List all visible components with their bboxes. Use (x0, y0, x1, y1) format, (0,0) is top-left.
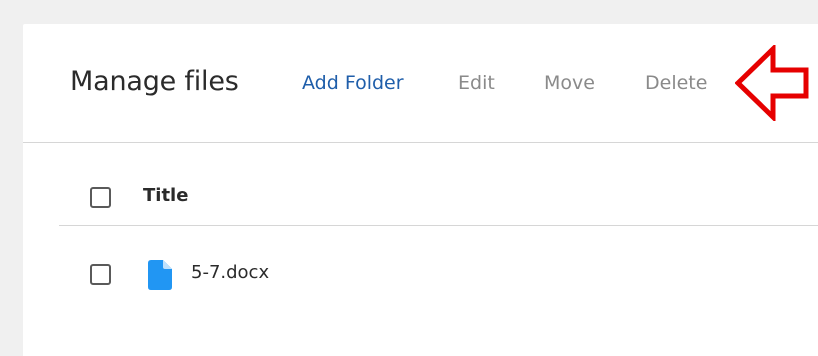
row-checkbox[interactable] (90, 264, 111, 285)
delete-button[interactable]: Delete (645, 72, 707, 94)
table-row[interactable]: 5-7.docx (59, 252, 818, 302)
file-name[interactable]: 5-7.docx (191, 262, 269, 283)
page-title: Manage files (70, 66, 239, 97)
move-button[interactable]: Move (544, 72, 595, 94)
column-header-title[interactable]: Title (143, 185, 188, 206)
header: Manage files Add Folder Edit Move Delete (23, 24, 818, 143)
document-icon (148, 260, 172, 290)
add-folder-button[interactable]: Add Folder (302, 72, 404, 94)
edit-button[interactable]: Edit (458, 72, 495, 94)
file-manager-panel: Manage files Add Folder Edit Move Delete… (23, 24, 818, 356)
arrow-left-outline-icon (735, 45, 809, 121)
table-header: Title (59, 174, 818, 226)
select-all-checkbox[interactable] (90, 187, 111, 208)
